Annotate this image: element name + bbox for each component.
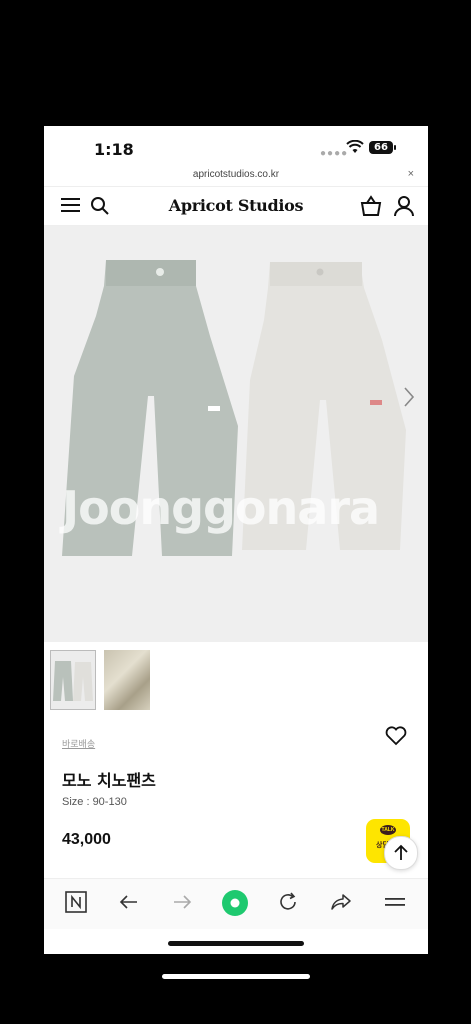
quick-delivery-tag[interactable]: 바로배송 (62, 737, 95, 750)
chevron-right-icon[interactable] (402, 386, 416, 408)
forward-icon[interactable] (171, 891, 193, 913)
share-icon[interactable] (330, 891, 352, 913)
thumbnail-1[interactable] (50, 650, 96, 710)
close-icon[interactable]: × (408, 168, 414, 180)
signal-dots-icon: ●●●● (320, 148, 349, 159)
watermark: Joonggonara (62, 481, 380, 535)
reload-icon[interactable] (277, 891, 299, 913)
thumbnail-pants-image (53, 661, 93, 701)
status-time: 1:18 (94, 140, 134, 159)
scroll-top-button[interactable] (384, 836, 418, 870)
home-indicator[interactable] (168, 941, 304, 946)
naver-icon[interactable] (65, 891, 87, 913)
phone-screen: 1:18 ●●●● 66 apricotstudios.co.kr × Apri… (44, 126, 428, 954)
status-bar: 1:18 ●●●● 66 (44, 126, 428, 166)
battery-icon: 66 (369, 141, 393, 154)
heart-icon[interactable] (385, 726, 407, 746)
product-size: Size : 90-130 (62, 796, 127, 808)
site-header: Apricot Studios (44, 186, 428, 226)
shopping-bag-icon[interactable] (360, 195, 382, 217)
outer-home-indicator (162, 974, 310, 979)
arrow-up-icon (394, 844, 408, 860)
url-text[interactable]: apricotstudios.co.kr (44, 169, 428, 180)
user-icon[interactable] (394, 195, 414, 217)
back-icon[interactable] (118, 891, 140, 913)
product-image-gallery[interactable]: Joonggonara (44, 226, 428, 642)
wifi-icon (346, 140, 364, 153)
thumbnail-2[interactable] (104, 650, 150, 710)
browser-toolbar (44, 878, 428, 929)
talk-bubble-icon: TALK (380, 825, 396, 835)
product-name: 모노 치노팬츠 (62, 771, 156, 790)
address-bar[interactable]: apricotstudios.co.kr × (44, 166, 428, 186)
menu-icon[interactable] (384, 891, 406, 913)
home-icon[interactable] (221, 889, 249, 917)
product-price: 43,000 (62, 831, 111, 848)
